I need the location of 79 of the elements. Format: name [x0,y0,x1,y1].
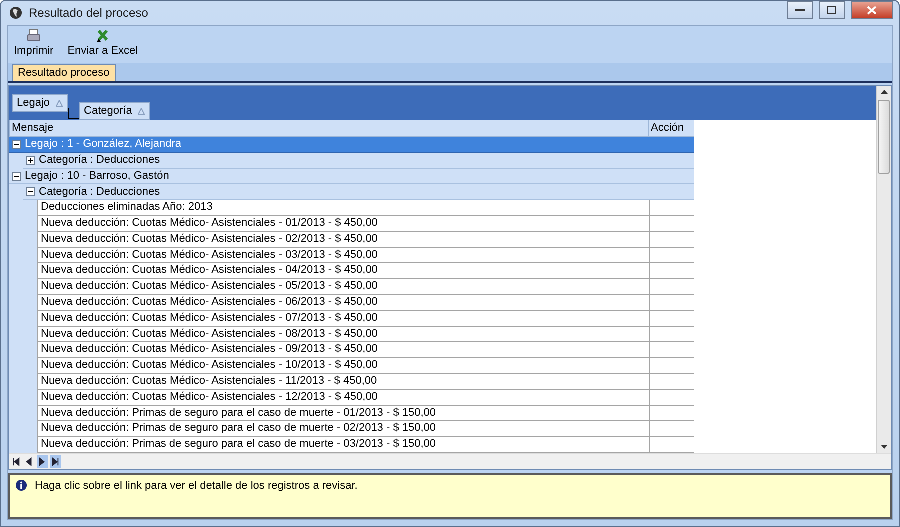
close-icon [867,6,877,14]
table-cell [649,310,694,327]
group-by-label: Categoría [84,105,132,117]
maximize-icon [827,6,837,14]
spreadsheet-icon [96,29,110,43]
minimize-icon [795,8,805,12]
table-cell [649,216,694,232]
indent-gutter [9,184,23,200]
info-icon [16,480,27,491]
vertical-scrollbar[interactable] [876,86,891,453]
group-row[interactable]: Legajo : 10 - Barroso, Gastón [9,168,694,184]
group-label: Categoría : Deducciones [39,186,160,198]
table-cell [649,421,694,438]
table-cell [649,248,694,264]
navigator-button[interactable] [37,455,48,468]
scroll-up-icon[interactable] [880,90,888,94]
table-cell [649,263,694,280]
navigator-button[interactable] [11,455,22,468]
table-cell [649,200,694,216]
table-cell: Nueva deducción: Cuotas Médico- Asistenciales - 03/2013 - $ 450,00 [37,248,649,264]
group-by-label: Legajo [17,97,50,109]
table-cell [649,390,694,406]
table-cell [649,342,694,358]
table-cell: Nueva deducción: Primas de seguro para el caso de muerte - 02/2013 - $ 150,00 [37,421,649,438]
sort-ascending-icon [138,108,146,114]
table-cell: Nueva deducción: Cuotas Médico- Asistenciales - 12/2013 - $ 450,00 [37,390,649,406]
group-row[interactable]: Legajo : 1 - González, Alejandra [9,137,694,153]
navigator-button[interactable] [50,455,61,468]
sort-ascending-icon [56,100,64,106]
table-cell [649,374,694,390]
table-cell: Nueva deducción: Cuotas Médico- Asistenciales - 09/2013 - $ 450,00 [37,342,649,358]
table-cell [649,406,694,422]
table-cell [649,358,694,374]
collapse-icon[interactable] [12,172,21,181]
scroll-down-icon[interactable] [880,445,888,449]
printer-icon [26,29,41,43]
table-cell: Nueva deducción: Cuotas Médico- Asistenciales - 08/2013 - $ 450,00 [37,326,649,342]
table-cell: Deducciones eliminadas Año: 2013 [37,200,649,216]
table-cell: Nueva deducción: Primas de seguro para el caso de muerte - 01/2013 - $ 150,00 [37,406,649,422]
group-by-chip[interactable]: Categoría [79,102,150,120]
column-header[interactable]: Mensaje [9,120,648,136]
group-row[interactable]: Categoría : Deducciones [23,184,694,200]
column-header[interactable]: Acción [648,120,694,136]
group-label: Legajo : 10 - Barroso, Gastón [25,170,170,182]
next-icon [38,456,47,466]
group-by-chip[interactable]: Legajo [12,94,68,112]
minimize-button[interactable] [787,1,813,19]
scrollbar-thumb[interactable] [878,100,890,174]
app-icon [9,6,23,20]
expand-icon[interactable] [26,156,35,165]
collapse-icon[interactable] [12,140,21,149]
table-cell: Nueva deducción: Cuotas Médico- Asistenciales - 02/2013 - $ 450,00 [37,232,649,248]
table-cell: Nueva deducción: Cuotas Médico- Asistenciales - 05/2013 - $ 450,00 [37,279,649,296]
table-cell [649,232,694,248]
toolbar-button[interactable]: Imprimir [14,29,54,63]
first-page-icon [12,456,21,466]
previous-icon [25,456,34,466]
tab[interactable]: Resultado proceso [12,64,116,81]
close-button[interactable] [851,1,893,19]
message-text: Haga clic sobre el link para ver el detalle de los registros a revisar. [35,480,358,492]
table-cell: Nueva deducción: Cuotas Médico- Asistenciales - 04/2013 - $ 450,00 [37,263,649,280]
table-cell: Nueva deducción: Cuotas Médico- Asistenciales - 10/2013 - $ 450,00 [37,358,649,374]
last-page-icon [51,456,60,466]
window-title: Resultado del proceso [29,6,148,20]
navigator-button[interactable] [24,455,35,468]
table-cell: Nueva deducción: Cuotas Médico- Asistenciales - 07/2013 - $ 450,00 [37,310,649,327]
toolbar-button[interactable]: Enviar a Excel [68,29,138,63]
group-label: Legajo : 1 - González, Alejandra [25,138,182,150]
table-cell: Nueva deducción: Cuotas Médico- Asistenciales - 11/2013 - $ 450,00 [37,374,649,390]
group-row[interactable]: Categoría : Deducciones [23,152,694,169]
indent-gutter [9,152,23,169]
group-label: Categoría : Deducciones [39,154,160,166]
table-cell: Nueva deducción: Cuotas Médico- Asistenciales - 01/2013 - $ 450,00 [37,216,649,232]
table-cell [649,279,694,296]
table-cell [649,326,694,342]
maximize-button[interactable] [819,1,845,19]
table-cell [649,295,694,311]
table-cell: Nueva deducción: Cuotas Médico- Asistenciales - 06/2013 - $ 450,00 [37,295,649,311]
collapse-icon[interactable] [26,187,35,196]
